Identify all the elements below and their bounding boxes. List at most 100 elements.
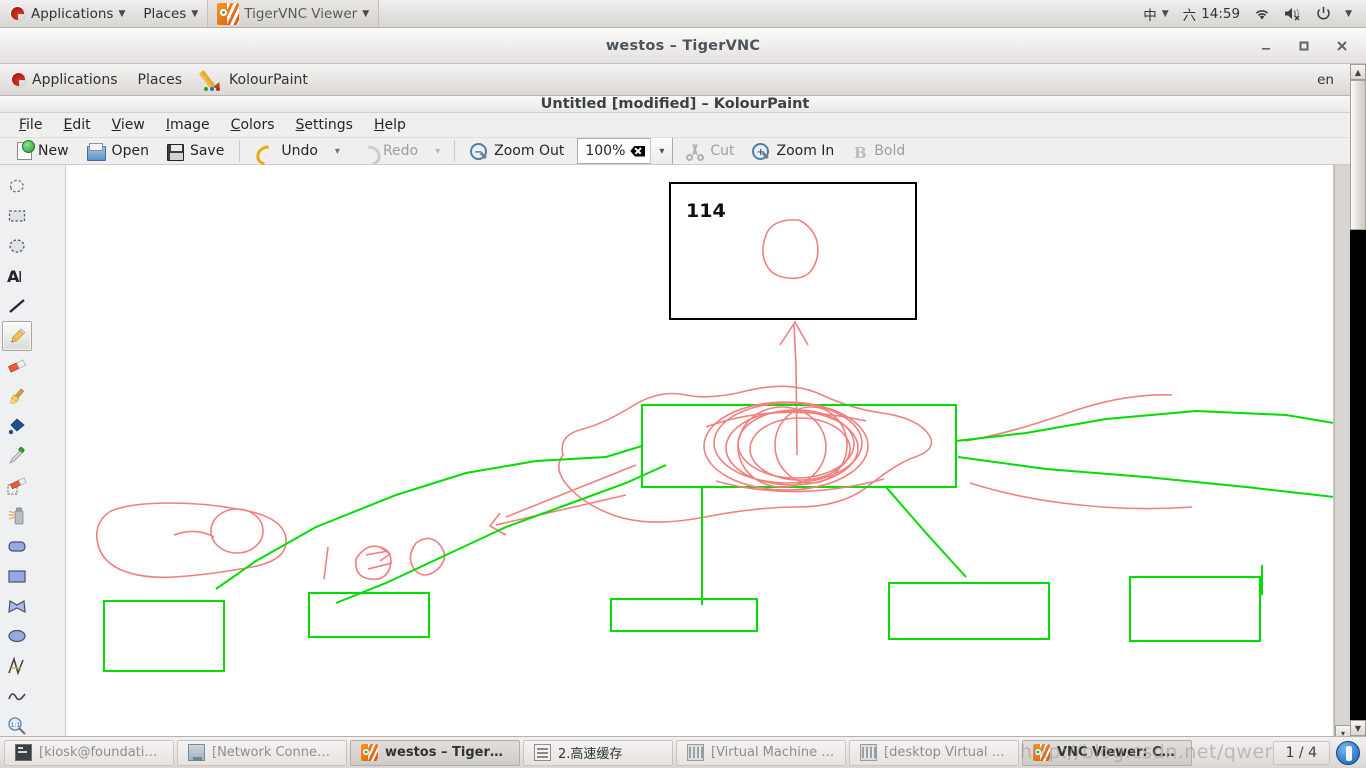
power-icon[interactable] xyxy=(1310,0,1337,27)
inner-applications-menu[interactable]: Applications xyxy=(0,64,128,95)
keyboard-layout-indicator[interactable]: en xyxy=(1307,72,1344,88)
zoom-level-combobox[interactable]: 100% ▾ xyxy=(577,138,674,164)
redo-button[interactable]: Redo xyxy=(348,139,427,163)
clear-icon[interactable] xyxy=(630,145,646,157)
taskbar-item-label: [desktop Virtual Ma... xyxy=(884,745,1008,760)
menu-settings[interactable]: Settings xyxy=(287,113,362,137)
vnc-vertical-scrollbar[interactable]: ▲ ▼ xyxy=(1350,64,1366,736)
taskbar-item-label: [kiosk@foundation2... xyxy=(39,745,163,760)
window-menu-tigervnc[interactable]: TigerVNC Viewer ▼ xyxy=(207,0,380,27)
zoom-level-value: 100% xyxy=(585,143,626,159)
open-folder-icon xyxy=(86,142,106,161)
zoom-out-button[interactable]: − Zoom Out xyxy=(461,139,573,163)
inner-places-menu[interactable]: Places xyxy=(128,64,193,95)
taskbar-item-label: westos – TigerVNC xyxy=(385,745,509,760)
clock[interactable]: 六 14:59 xyxy=(1177,0,1246,27)
tool-rounded-rectangle[interactable] xyxy=(2,531,32,561)
kolourpaint-body: A I 1:1 114 ▾ xyxy=(0,165,1351,741)
redo-history-chevron-icon[interactable]: ▾ xyxy=(427,146,448,157)
taskbar-item[interactable]: [kiosk@foundation2... xyxy=(4,739,174,766)
vnc-scroll-down-button[interactable]: ▼ xyxy=(1350,720,1366,736)
tigervnc-titlebar[interactable]: westos – TigerVNC xyxy=(0,28,1366,64)
taskbar-item[interactable]: VNC Viewer: Connec... xyxy=(1022,739,1192,766)
tool-brush[interactable] xyxy=(2,381,32,411)
menu-edit[interactable]: Edit xyxy=(54,113,99,137)
volume-muted-icon[interactable] xyxy=(1278,0,1308,27)
tool-connected-lines[interactable] xyxy=(2,651,32,681)
red-blob-left-inner xyxy=(210,508,264,554)
tool-flood-fill[interactable] xyxy=(2,411,32,441)
toolbar-separator xyxy=(454,140,456,162)
cut-button[interactable]: Cut xyxy=(677,139,743,163)
tool-ellipse[interactable] xyxy=(2,621,32,651)
vnc-scrollbar-thumb[interactable] xyxy=(1350,80,1366,230)
show-desktop-icon[interactable] xyxy=(1336,740,1360,765)
zoom-in-icon: + xyxy=(752,143,770,161)
taskbar-item[interactable]: [Network Connectio... xyxy=(177,739,347,766)
taskbar-item[interactable]: westos – TigerVNC xyxy=(350,739,520,766)
canvas-vertical-scrollbar[interactable]: ▾ xyxy=(1334,165,1351,741)
tool-eraser[interactable] xyxy=(2,351,32,381)
tool-polygon[interactable] xyxy=(2,591,32,621)
inner-applications-label: Applications xyxy=(32,71,118,88)
close-button[interactable] xyxy=(1334,38,1350,54)
applications-menu[interactable]: Applications ▼ xyxy=(0,0,134,27)
minimize-button[interactable] xyxy=(1258,38,1274,54)
svg-text:I: I xyxy=(18,268,22,286)
undo-button[interactable]: Undo xyxy=(246,139,327,163)
tool-color-eraser[interactable] xyxy=(2,471,32,501)
bold-button[interactable]: B Bold xyxy=(843,139,914,163)
new-file-icon xyxy=(17,140,35,160)
open-button[interactable]: Open xyxy=(78,140,158,162)
menu-view[interactable]: View xyxy=(103,113,154,137)
chevron-down-icon: ▼ xyxy=(191,9,199,19)
inner-window-menu-kolourpaint[interactable]: KolourPaint xyxy=(192,64,318,95)
chevron-down-icon: ▼ xyxy=(118,9,126,19)
menu-file[interactable]: File xyxy=(10,113,51,137)
tool-rectangle[interactable] xyxy=(2,561,32,591)
tool-text[interactable]: A I xyxy=(2,261,32,291)
system-menu-chevron[interactable]: ▼ xyxy=(1339,0,1358,27)
tool-elliptical-select[interactable] xyxy=(2,231,32,261)
undo-button-label: Undo xyxy=(281,143,318,159)
new-button-label: New xyxy=(38,143,69,159)
input-method-indicator[interactable]: 中 ▼ xyxy=(1137,0,1174,27)
tool-rectangle-select[interactable] xyxy=(2,201,32,231)
paint-canvas[interactable]: 114 xyxy=(66,165,1334,741)
zoom-out-icon: − xyxy=(470,143,488,161)
inner-window-menu-label: KolourPaint xyxy=(229,71,308,88)
chevron-down-icon[interactable]: ▾ xyxy=(650,138,673,164)
menu-colors[interactable]: Colors xyxy=(222,113,284,137)
taskbar-item-label: VNC Viewer: Connec... xyxy=(1057,745,1181,760)
zoom-in-button[interactable]: + Zoom In xyxy=(743,139,843,163)
taskbar-item[interactable]: 2.高速缓存 xyxy=(523,739,673,766)
menu-image[interactable]: Image xyxy=(157,113,219,137)
tool-free-form-select[interactable] xyxy=(2,171,32,201)
vnc-scroll-up-button[interactable]: ▲ xyxy=(1350,64,1366,80)
open-button-label: Open xyxy=(111,143,149,159)
kolourpaint-titlebar[interactable]: Untitled [modified] – KolourPaint xyxy=(0,96,1350,113)
tigervnc-icon xyxy=(217,2,240,25)
new-button[interactable]: New xyxy=(8,139,78,163)
save-button[interactable]: Save xyxy=(158,140,233,163)
tool-line[interactable] xyxy=(2,291,32,321)
tool-color-picker[interactable] xyxy=(2,441,32,471)
wifi-icon[interactable] xyxy=(1248,0,1276,27)
taskbar-item[interactable]: [Virtual Machine Man... xyxy=(676,739,846,766)
menu-help[interactable]: Help xyxy=(365,113,415,137)
tool-pencil[interactable] xyxy=(2,321,32,351)
taskbar-item[interactable]: [desktop Virtual Ma... xyxy=(849,739,1019,766)
green-box-2 xyxy=(308,592,430,638)
document-icon xyxy=(534,744,551,761)
tool-spraycan[interactable] xyxy=(2,501,32,531)
vmm-icon xyxy=(860,744,877,761)
places-menu[interactable]: Places ▼ xyxy=(134,0,207,27)
undo-history-chevron-icon[interactable]: ▾ xyxy=(327,146,348,157)
tool-curve[interactable] xyxy=(2,681,32,711)
kolourpaint-icon xyxy=(198,69,224,92)
workspace-count-label[interactable]: 1 / 4 xyxy=(1272,740,1330,765)
zoom-out-label: Zoom Out xyxy=(494,143,565,159)
maximize-button[interactable] xyxy=(1296,38,1312,54)
window-menu-label: TigerVNC Viewer xyxy=(244,5,358,22)
redo-button-label: Redo xyxy=(382,143,419,159)
